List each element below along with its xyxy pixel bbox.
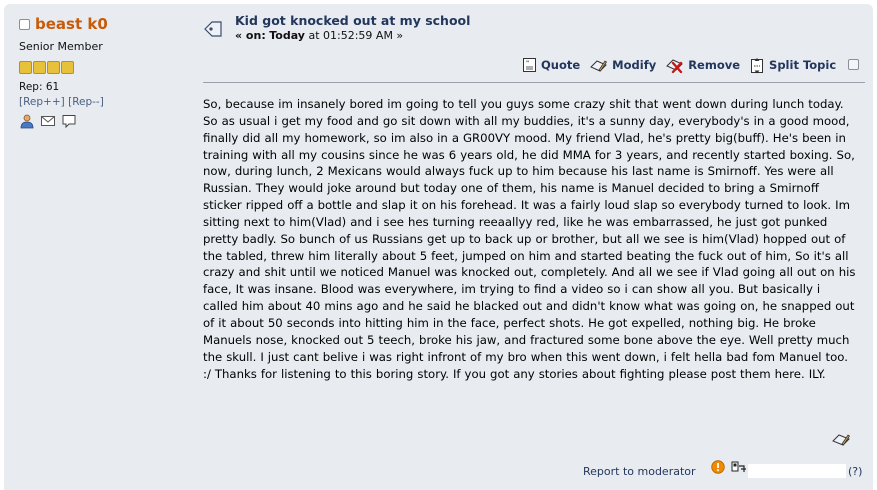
post-action-buttons: " Quote Modify Remove Split Topic (522, 55, 846, 75)
topic-icon (203, 20, 225, 41)
reputation-count: Rep: 61 (19, 81, 60, 93)
post-subject-link[interactable]: Kid got knocked out at my school (235, 13, 470, 28)
poster-name-link[interactable]: beast k0 (35, 15, 108, 33)
ip-address-field (748, 464, 846, 478)
post-divider (203, 82, 865, 83)
split-topic-label: Split Topic (769, 58, 837, 72)
post-container: beast k0 Senior Member Rep: 61 [Rep++] [… (4, 4, 873, 490)
rank-star-icon (47, 61, 60, 74)
warning-icon (711, 460, 725, 477)
ip-help-link[interactable]: (?) (848, 465, 862, 478)
poster-name-row: beast k0 (19, 14, 189, 34)
split-topic-icon (751, 57, 764, 73)
rep-minus-link[interactable]: [Rep--] (68, 96, 104, 108)
remove-label: Remove (688, 58, 741, 72)
post-meta-prefix: « on: (235, 29, 266, 42)
rank-star-icon (61, 61, 74, 74)
modify-label: Modify (612, 58, 657, 72)
modify-button[interactable]: Modify (590, 57, 656, 73)
rank-star-icon (33, 61, 46, 74)
poster-action-icons (19, 113, 189, 129)
modify-icon (590, 60, 608, 72)
svg-text:": " (526, 60, 529, 67)
report-to-moderator-link[interactable]: Report to moderator (583, 465, 696, 478)
reputation-links: [Rep++] [Rep--] (19, 96, 189, 108)
rank-star-icon (19, 61, 32, 74)
online-status-indicator (19, 18, 30, 30)
rank-stars (19, 61, 189, 74)
remove-icon (666, 59, 684, 73)
quote-button[interactable]: " Quote (522, 57, 580, 73)
rep-plus-link[interactable]: [Rep++] (19, 96, 65, 108)
post-meta: « on: Today at 01:52:59 AM » (235, 29, 403, 42)
profile-icon[interactable] (19, 113, 35, 129)
quote-icon: " (523, 58, 536, 72)
post-meta-time: at 01:52:59 AM » (308, 29, 404, 42)
quote-label: Quote (541, 58, 581, 72)
pm-icon[interactable] (61, 113, 77, 129)
split-topic-button[interactable]: Split Topic (750, 57, 836, 74)
post-body: So, because im insanely bored im going t… (203, 97, 856, 381)
ip-logged-icon (731, 460, 747, 477)
inline-modify-icon[interactable] (832, 431, 852, 450)
poster-info: beast k0 Senior Member Rep: 61 [Rep++] [… (19, 14, 189, 129)
poster-rank: Senior Member (19, 40, 103, 53)
remove-button[interactable]: Remove (666, 57, 740, 73)
email-icon[interactable] (40, 113, 56, 129)
quick-moderation-checkbox[interactable] (848, 59, 859, 70)
post-meta-day: Today (269, 29, 305, 42)
